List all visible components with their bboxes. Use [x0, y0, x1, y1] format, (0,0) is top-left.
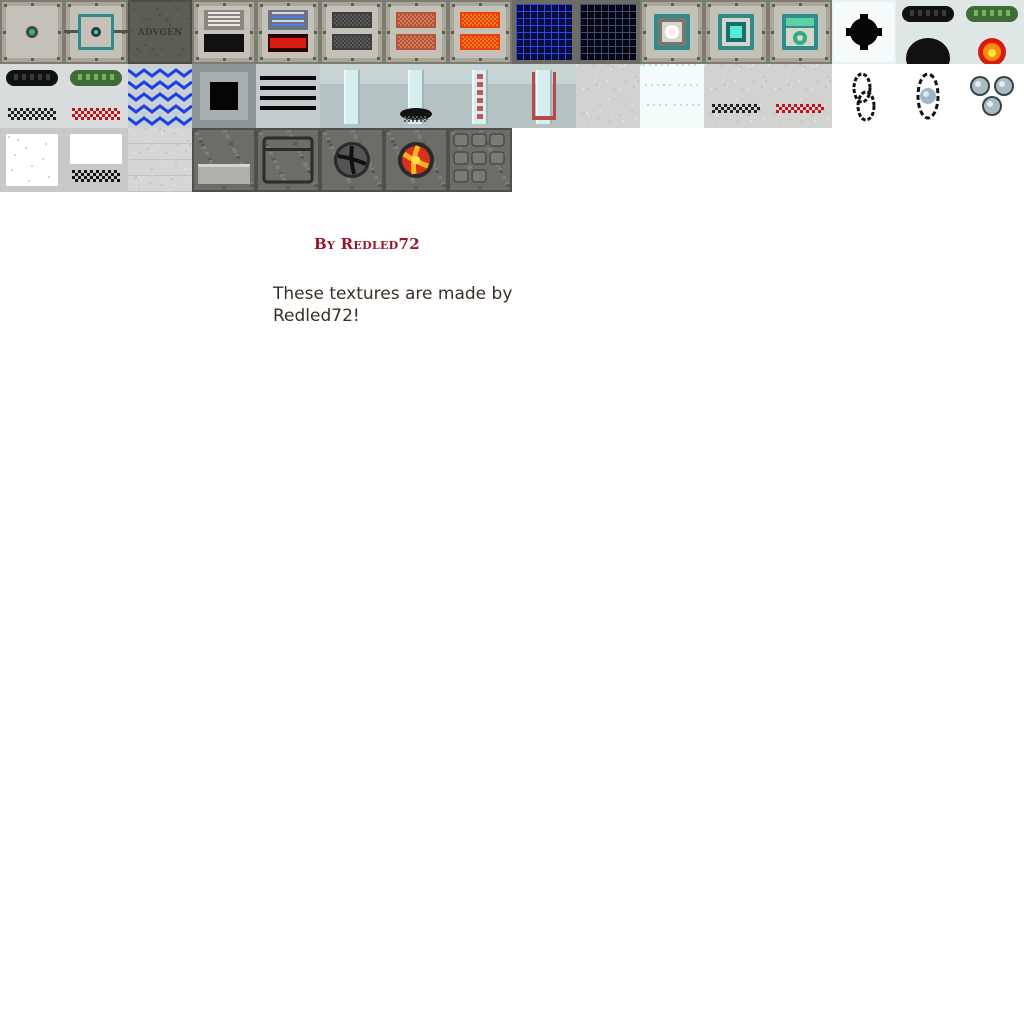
texture-machine-side-teal: [64, 0, 128, 64]
texture-advgen-plate: ADVGEN: [128, 0, 192, 64]
stripes-icon: [256, 64, 320, 128]
fan-icon: [320, 128, 384, 192]
orb-cluster-icon: [960, 64, 1024, 128]
texture-capsule-green-red-checker: [64, 64, 128, 128]
slots-off-icon: [320, 0, 384, 64]
texture-cobblestone: [448, 128, 512, 192]
texture-capsule-green-fire: [960, 0, 1024, 64]
credit-signature: By Redled72: [314, 235, 420, 253]
texture-stone-red-checker: [768, 64, 832, 128]
red-checker-icon: [64, 64, 128, 128]
solar-grid-dark-icon: [576, 0, 640, 64]
texture-water-waves: [128, 64, 192, 128]
machine-dot-icon: [0, 0, 64, 64]
stone-icon: [576, 64, 640, 128]
texture-ice-block: [640, 64, 704, 128]
checker-strip-icon: [704, 64, 768, 128]
texture-solar-panel-dark: [576, 0, 640, 64]
checker-icon: [0, 64, 64, 128]
slots-hot-icon: [448, 0, 512, 64]
cobble-frame-icon: [256, 128, 320, 192]
fire-fan-icon: [384, 128, 448, 192]
texture-glass-tube-empty: [320, 64, 384, 128]
texture-striped-lines: [256, 64, 320, 128]
fire-icon: [960, 0, 1024, 64]
texture-capsule-black-checker: [0, 64, 64, 128]
texture-stone-plain: [576, 64, 640, 128]
capsule-black-icon: [896, 0, 960, 64]
advgen-label-plate: ADVGEN: [128, 0, 192, 64]
texture-generator-slots-copper: [384, 0, 448, 64]
ice-checker-icon: [64, 128, 128, 192]
texture-cobble-fan: [320, 128, 384, 192]
tube-red-icon: [448, 64, 512, 128]
ice-panel-icon: [0, 128, 64, 192]
wave-icon: [128, 64, 192, 128]
tube-red-frame-icon: [512, 64, 576, 128]
texture-ice-black-orb: [832, 0, 896, 64]
texture-glass-tube-red-frame: [512, 64, 576, 128]
texture-black-square: [192, 64, 256, 128]
vent-off-icon: [192, 0, 256, 64]
texture-generator-slots-hot: [448, 0, 512, 64]
texture-capsule-black: [896, 0, 960, 64]
texture-core-recycle: [768, 0, 832, 64]
orb-ring-icon: [896, 64, 960, 128]
texture-orb-cluster: [960, 64, 1024, 128]
recycle-icon: [768, 0, 832, 64]
solar-grid-icon: [512, 0, 576, 64]
slots-copper-icon: [384, 0, 448, 64]
texture-cobble-slab: [192, 128, 256, 192]
red-checker-strip-icon: [768, 64, 832, 128]
black-square-icon: [192, 64, 256, 128]
texture-orb-ring: [896, 64, 960, 128]
credit-note: These textures are made by Redled72!: [273, 284, 513, 326]
core-teal-icon: [704, 0, 768, 64]
texture-glass-tube-black: [384, 64, 448, 128]
texture-ice-panel: [0, 128, 64, 192]
chain-icon: [832, 64, 896, 128]
svg-text:ADVGEN: ADVGEN: [137, 28, 182, 38]
teal-frame-dot-icon: [64, 0, 128, 64]
texture-generator-front-off: [192, 0, 256, 64]
core-white-icon: [640, 0, 704, 64]
texture-generator-slots-off: [320, 0, 384, 64]
cobblestone-icon: [448, 128, 512, 192]
texture-chain-link: [832, 64, 896, 128]
texture-machine-side-plain: [0, 0, 64, 64]
black-orb-icon: [832, 0, 896, 64]
texture-cobble-fire-fan: [384, 128, 448, 192]
texture-core-teal: [704, 0, 768, 64]
texture-sheet: ADVGEN: [0, 0, 1024, 192]
texture-generator-front-on: [256, 0, 320, 64]
texture-glass-tube-red-dots: [448, 64, 512, 128]
stone-bricks-icon: [128, 128, 192, 192]
texture-stone-bricks: [128, 128, 192, 192]
texture-stone-black-checker: [704, 64, 768, 128]
cobble-slab-icon: [192, 128, 256, 192]
ice-icon: [640, 64, 704, 128]
texture-solar-panel-blue: [512, 0, 576, 64]
texture-ice-panel-checker: [64, 128, 128, 192]
texture-core-white: [640, 0, 704, 64]
tube-icon: [320, 64, 384, 128]
vent-on-icon: [256, 0, 320, 64]
tube-black-icon: [384, 64, 448, 128]
texture-cobble-frame: [256, 128, 320, 192]
